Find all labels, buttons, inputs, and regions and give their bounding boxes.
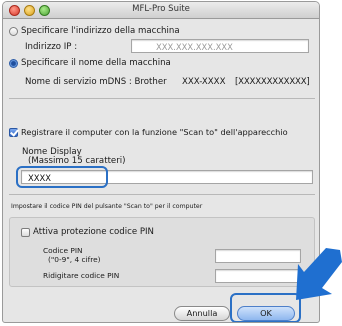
ip-option-radio[interactable]: [9, 27, 18, 36]
cancel-button[interactable]: Annulla: [174, 306, 230, 321]
ip-address-field[interactable]: XXX.XXX.XXX.XXX: [131, 39, 309, 53]
retype-pin-label: Ridigitare codice PIN: [43, 271, 120, 280]
ip-address-value: XXX.XXX.XXX.XXX: [156, 42, 233, 52]
title-bar: MFL-Pro Suite: [3, 2, 319, 19]
divider: [9, 98, 315, 99]
pin-code-hint: ("0-9", 4 cifre): [48, 255, 101, 264]
window-title: MFL-Pro Suite: [132, 4, 190, 14]
pointer-arrow-icon: [296, 248, 342, 300]
pin-group-box: Attiva protezione codice PIN Codice PIN …: [9, 217, 315, 287]
pin-protect-label: Attiva protezione codice PIN: [33, 227, 154, 237]
scan-to-register-checkbox[interactable]: [9, 128, 18, 137]
scan-to-register-label: Registrare il computer con la funzione "…: [21, 127, 288, 137]
pin-code-label: Codice PIN: [43, 246, 83, 255]
ip-option-label: Specificare l'indirizzo della macchina: [21, 26, 180, 36]
ip-address-label: Indirizzo IP :: [25, 42, 78, 52]
display-name-highlight: [16, 166, 108, 188]
name-option-label: Specificare il nome della macchina: [21, 58, 171, 68]
mdns-service-label: Nome di servizio mDNS : Brother: [25, 77, 167, 87]
mdns-service-name[interactable]: XXX-XXXX: [182, 77, 225, 87]
retype-pin-field[interactable]: [215, 269, 301, 283]
pin-code-field[interactable]: [215, 249, 301, 263]
pin-section-heading: Impostare il codice PIN del pulsante "Sc…: [11, 203, 203, 210]
divider: [9, 194, 315, 195]
display-name-hint: (Massimo 15 caratteri): [28, 156, 126, 166]
mdns-service-id: [XXXXXXXXXXXX]: [235, 77, 310, 87]
name-option-radio[interactable]: [9, 59, 18, 68]
ok-button-highlight: [230, 293, 301, 322]
pin-protect-checkbox[interactable]: [21, 228, 30, 237]
dialog-window: MFL-Pro Suite Specificare l'indirizzo de…: [2, 1, 320, 323]
